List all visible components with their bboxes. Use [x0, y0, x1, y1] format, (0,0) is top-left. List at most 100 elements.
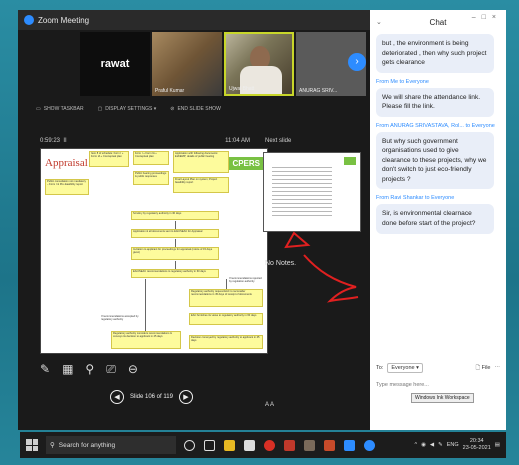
browser-icon[interactable]	[364, 439, 375, 451]
slide-box: Public consultation not mandatory – Form…	[45, 179, 89, 195]
participant-tile[interactable]: Praful Kumar	[152, 32, 222, 96]
slide-title: Appraisal	[45, 157, 88, 169]
more-options-icon[interactable]: ⋯	[495, 365, 501, 371]
chat-message-text: Sir, is environmental clearnace done bef…	[376, 204, 494, 234]
chat-message-text: but , the environment is being deteriora…	[376, 34, 494, 73]
window-title: Zoom Meeting	[38, 15, 90, 25]
flow-arrow	[175, 221, 176, 229]
chrome-icon[interactable]	[264, 439, 275, 451]
next-slide-label: Next slide	[265, 138, 292, 144]
presenter-toolbar: ▭ SHOW TASKBAR ▢ DISPLAY SETTINGS ▾ ⊘ END S…	[36, 106, 221, 112]
windows-start-icon[interactable]	[26, 439, 38, 451]
cpers-logo	[344, 157, 356, 165]
end-slide-show-button[interactable]: ⊘ END SLIDE SHOW	[170, 106, 221, 112]
tray-chevron-icon[interactable]: ^	[414, 442, 417, 448]
slide-box: Application & all documents sent to EAC/…	[131, 229, 219, 238]
chat-message-input[interactable]	[376, 382, 500, 388]
recipient-select[interactable]: Everyone ▾	[387, 363, 423, 373]
participant-tile[interactable]: rawat	[80, 32, 150, 96]
search-icon: ⚲	[50, 442, 55, 449]
chat-message-sender: From Ravi Shankar to Everyone	[376, 195, 455, 202]
powerpoint-icon[interactable]	[284, 439, 295, 451]
next-slide-button[interactable]: ▶	[178, 390, 193, 404]
participant-name: rawat	[100, 58, 130, 70]
chat-panel: ⌄ Chat –□× but , the environment is bein…	[370, 10, 506, 430]
slide-box: Regulatory authority request EAC to reco…	[189, 289, 263, 307]
task-view-icon[interactable]	[204, 439, 215, 451]
zoom-logo-icon	[24, 15, 34, 25]
chat-message-sender: From ANURAG SRIVASTAVA, Rol... to Everyo…	[376, 122, 495, 129]
app-icon[interactable]	[324, 439, 335, 451]
flow-arrow	[145, 279, 146, 331]
participant-strip: rawat Praful Kumar Ujwal Bhatt ANURAG SR…	[80, 32, 380, 96]
speaker-notes: No Notes.	[265, 260, 297, 267]
font-size-toggle[interactable]: A A	[265, 402, 274, 408]
show-taskbar-button[interactable]: ▭ SHOW TASKBAR	[36, 106, 84, 112]
slide-box: Item 8 of schedule: Form I + Form IA + C…	[89, 151, 129, 167]
display-settings-button[interactable]: ▢ DISPLAY SETTINGS ▾	[98, 106, 157, 112]
display-icon: ▢	[97, 106, 103, 112]
next-participants-button[interactable]: ›	[348, 53, 366, 71]
cortana-icon[interactable]	[184, 439, 195, 451]
cpers-badge: CPERS	[228, 157, 264, 170]
pen-icon[interactable]: ✎	[40, 362, 50, 377]
taskbar-search[interactable]: ⚲ Search for anything	[46, 436, 176, 454]
chat-message-sender: From Me to Everyone	[376, 78, 429, 85]
volume-icon[interactable]: ◀	[430, 442, 434, 448]
slide-box: Application with following documents: EI…	[173, 151, 229, 173]
windows-ink-icon[interactable]: ✎	[438, 442, 443, 448]
slide-box: Regulatory authority considers recommend…	[111, 331, 181, 349]
window-titlebar: Zoom Meeting	[18, 10, 388, 30]
windows-taskbar: ⚲ Search for anything ^ ◉ ◀ ✎ ENG 20:34 2…	[20, 432, 506, 458]
thumbnail-text-lines	[272, 167, 332, 217]
flow-arrow	[175, 239, 176, 247]
slide-box: EAC furnishes its views to regulatory au…	[189, 313, 263, 325]
store-icon[interactable]	[244, 439, 255, 451]
chevron-down-icon[interactable]: ⌄	[376, 18, 382, 26]
file-explorer-icon[interactable]	[224, 439, 235, 451]
tooltip: Windows Ink Workspace	[411, 393, 474, 403]
presenter-clock: 11:04 AM	[225, 138, 250, 144]
flow-arrow	[175, 261, 176, 269]
taskbar-clock[interactable]: 20:34 23-05-2021	[463, 438, 491, 451]
system-tray: ^ ◉ ◀ ✎ ENG 20:34 23-05-2021 ▤	[414, 438, 506, 451]
taskbar-apps	[184, 439, 375, 451]
slide-side-note: If recommendations rejected by regulatio…	[229, 277, 262, 283]
language-indicator[interactable]: ENG	[447, 442, 459, 448]
slide-counter: Slide 106 of 119	[130, 394, 173, 400]
chat-title: Chat	[429, 17, 447, 27]
slide-box: Final Layout Plan on system; Project fea…	[173, 177, 229, 193]
photos-icon[interactable]	[304, 439, 315, 451]
zoom-icon[interactable]: ⚲	[85, 362, 94, 377]
slide-box: EAC/SEAC recommendations to regulatory a…	[131, 269, 219, 278]
slide-box: Decision conveyed by regulatory authorit…	[189, 335, 263, 349]
to-label: To:	[376, 365, 384, 371]
file-button[interactable]: 🗋 File	[476, 364, 491, 373]
slide-tools: ✎ ▦ ⚲ ⎚ ⊖	[40, 362, 138, 377]
chat-messages: but , the environment is being deteriora…	[370, 34, 506, 234]
chat-header: ⌄ Chat –□×	[370, 10, 506, 34]
slide-box: Invitation to applicant for proceedings …	[131, 247, 219, 260]
notifications-icon[interactable]: ▤	[495, 442, 500, 448]
more-options-icon[interactable]: ⊖	[128, 362, 138, 377]
slide-box: Scrutiny by regulatory authority in 30 d…	[131, 211, 219, 220]
slide-side-note: If recommendations accepted by regulator…	[101, 315, 139, 321]
slides-grid-icon[interactable]: ▦	[62, 362, 73, 377]
taskbar-icon: ▭	[36, 106, 41, 112]
end-icon: ⊘	[170, 106, 175, 112]
participant-name: ANURAG SRIV...	[299, 88, 338, 94]
participant-name: Praful Kumar	[155, 88, 185, 94]
presenter-screen-icon[interactable]: ⎚	[106, 362, 116, 377]
active-speaker-tile[interactable]: Ujwal Bhatt	[224, 32, 294, 96]
zoom-taskbar-icon[interactable]	[344, 439, 355, 451]
window-controls-icon[interactable]: –□×	[472, 14, 502, 21]
slide-box: Public hearing proceedings & public resp…	[133, 171, 169, 185]
network-icon[interactable]: ◉	[421, 442, 426, 448]
previous-slide-button[interactable]: ◀	[110, 390, 124, 404]
next-slide-thumbnail[interactable]	[263, 152, 361, 232]
flow-arrow	[226, 279, 227, 289]
slide-navigation: ◀ Slide 106 of 119 ▶	[110, 390, 193, 404]
slide-box: Form I + Form IA + Conceptual plan	[133, 151, 169, 165]
presenter-status: 0:59:23 II 11:04 AM	[40, 138, 250, 144]
chat-compose: To: Everyone ▾ 🗋 File ⋯	[376, 363, 500, 391]
